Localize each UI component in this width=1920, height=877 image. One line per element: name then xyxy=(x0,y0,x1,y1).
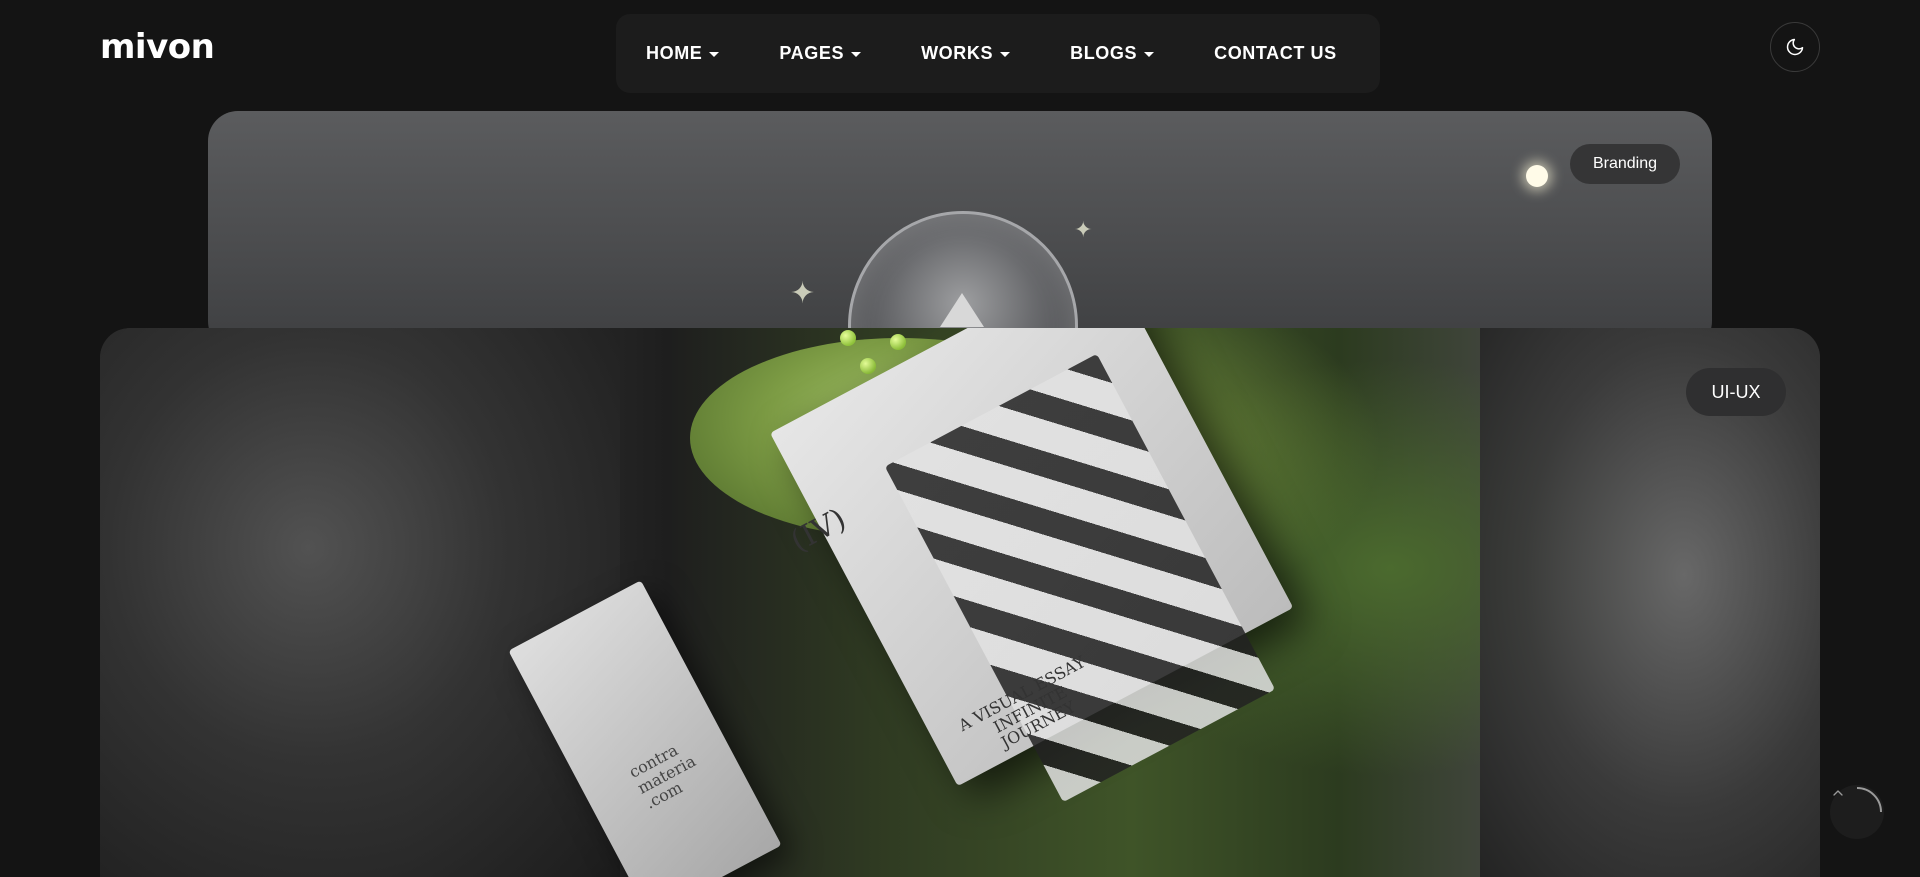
nav-item-works[interactable]: WORKS xyxy=(921,43,1011,64)
nav-item-label: CONTACT US xyxy=(1214,43,1337,63)
scroll-to-top-button[interactable] xyxy=(1830,785,1884,839)
project-tag-branding[interactable]: Branding xyxy=(1570,144,1680,184)
nav-item-label: PAGES xyxy=(779,43,845,63)
project-card-branding[interactable]: ✦ ✦ xyxy=(208,111,1712,351)
main-nav: HOME PAGES WORKS BLOGS CONTACT US xyxy=(616,14,1380,93)
star-icon: ✦ xyxy=(1074,217,1093,242)
nav-item-home[interactable]: HOME xyxy=(646,43,720,64)
project-card-uiux[interactable]: (IV) A VISUAL ESSAY INFINITE JOURNEY con… xyxy=(100,328,1820,877)
bead-image xyxy=(890,334,906,350)
sun-orb-image xyxy=(1526,165,1548,187)
bead-image xyxy=(840,330,856,346)
chevron-up-icon xyxy=(1833,790,1843,796)
bead-image xyxy=(860,358,876,374)
nav-item-label: BLOGS xyxy=(1070,43,1138,63)
nav-item-label: HOME xyxy=(646,43,703,63)
star-icon: ✦ xyxy=(790,277,816,310)
nav-item-label: WORKS xyxy=(921,43,994,63)
rock-texture-image xyxy=(100,328,620,877)
logo[interactable]: mivon xyxy=(100,27,215,67)
caret-down-icon xyxy=(709,52,720,57)
caret-down-icon xyxy=(851,52,862,57)
pyramid-image xyxy=(940,293,984,327)
nav-item-contact[interactable]: CONTACT US xyxy=(1214,43,1337,64)
nav-item-pages[interactable]: PAGES xyxy=(779,43,862,64)
project-tag-uiux[interactable]: UI-UX xyxy=(1686,368,1786,416)
caret-down-icon xyxy=(1144,52,1155,57)
caret-down-icon xyxy=(1000,52,1011,57)
nav-item-blogs[interactable]: BLOGS xyxy=(1070,43,1155,64)
theme-toggle-button[interactable] xyxy=(1770,22,1820,72)
moon-icon xyxy=(1786,38,1804,56)
